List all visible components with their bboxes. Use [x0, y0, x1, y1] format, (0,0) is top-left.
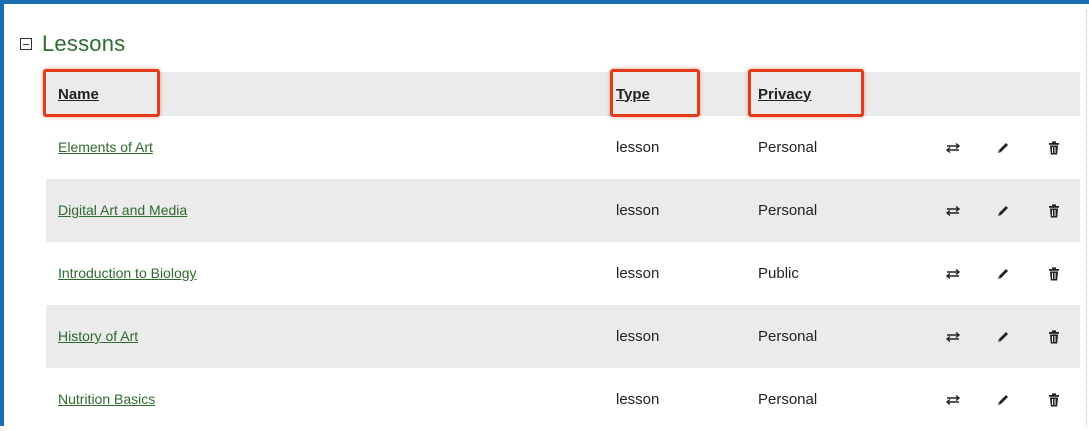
delete-trash-icon[interactable]	[1045, 328, 1063, 346]
edit-pencil-icon[interactable]	[994, 328, 1012, 346]
delete-trash-icon[interactable]	[1045, 202, 1063, 220]
move-icon[interactable]	[944, 202, 962, 220]
lesson-privacy: Public	[758, 265, 799, 282]
delete-trash-icon[interactable]	[1045, 391, 1063, 409]
panel-divider	[1086, 10, 1087, 426]
edit-pencil-icon[interactable]	[994, 265, 1012, 283]
lesson-type: lesson	[616, 202, 660, 219]
table-row: Digital Art and Media lesson Personal	[46, 179, 1080, 242]
column-header-privacy[interactable]: Privacy	[758, 86, 811, 103]
move-icon[interactable]	[944, 265, 962, 283]
collapse-toggle-icon[interactable]	[20, 38, 32, 50]
lesson-type: lesson	[616, 328, 660, 345]
column-header-type[interactable]: Type	[616, 86, 650, 103]
move-icon[interactable]	[944, 139, 962, 157]
section-header: Lessons	[20, 28, 125, 60]
lesson-name-link[interactable]: Nutrition Basics	[58, 391, 155, 407]
lesson-privacy: Personal	[758, 328, 818, 345]
section-title: Lessons	[42, 31, 126, 56]
delete-trash-icon[interactable]	[1045, 139, 1063, 157]
table-row: Nutrition Basics lesson Personal	[46, 368, 1080, 431]
lesson-type: lesson	[616, 139, 660, 156]
lesson-type: lesson	[616, 265, 660, 282]
delete-trash-icon[interactable]	[1045, 265, 1063, 283]
lesson-privacy: Personal	[758, 202, 818, 219]
lesson-privacy: Personal	[758, 391, 818, 408]
lesson-privacy: Personal	[758, 139, 818, 156]
lesson-name-link[interactable]: Digital Art and Media	[58, 202, 187, 218]
lesson-name-link[interactable]: Elements of Art	[58, 139, 153, 155]
lesson-type: lesson	[616, 391, 660, 408]
lessons-panel: Lessons Name Type Privacy Elements of Ar…	[0, 0, 1089, 426]
table-row: History of Art lesson Personal	[46, 305, 1080, 368]
table-row: Introduction to Biology lesson Public	[46, 242, 1080, 305]
edit-pencil-icon[interactable]	[994, 391, 1012, 409]
move-icon[interactable]	[944, 328, 962, 346]
lessons-table: Name Type Privacy Elements of Art lesson…	[46, 72, 1080, 431]
lesson-name-link[interactable]: History of Art	[58, 328, 138, 344]
edit-pencil-icon[interactable]	[994, 139, 1012, 157]
column-header-name[interactable]: Name	[58, 86, 99, 103]
table-header-row: Name Type Privacy	[46, 72, 1080, 116]
move-icon[interactable]	[944, 391, 962, 409]
lesson-name-link[interactable]: Introduction to Biology	[58, 265, 197, 281]
edit-pencil-icon[interactable]	[994, 202, 1012, 220]
table-row: Elements of Art lesson Personal	[46, 116, 1080, 179]
